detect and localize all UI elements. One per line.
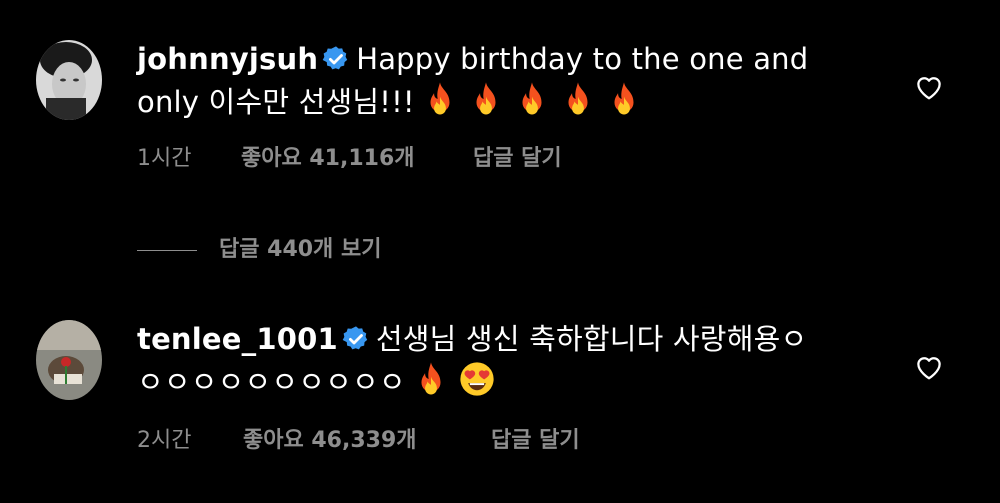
heart-eyes-emoji bbox=[460, 362, 494, 396]
comment-text: ㅇㅇㅇㅇㅇㅇㅇㅇㅇㅇ bbox=[137, 365, 406, 399]
comment-text: 선생님 생신 축하합니다 사랑해용ㅇ bbox=[375, 322, 808, 356]
username[interactable]: tenlee_1001 bbox=[137, 322, 338, 356]
view-replies-button[interactable]: 답글 440개 보기 bbox=[137, 231, 381, 263]
avatar[interactable] bbox=[36, 40, 102, 120]
reply-button[interactable]: 답글 달기 bbox=[491, 422, 580, 454]
fire-emoji bbox=[522, 82, 542, 115]
verified-badge-icon bbox=[342, 326, 368, 350]
fire-emoji bbox=[421, 362, 441, 395]
fire-emoji bbox=[430, 82, 450, 115]
view-replies-label: 답글 440개 보기 bbox=[219, 237, 382, 262]
comment-time: 1시간 bbox=[137, 146, 192, 171]
fire-emoji bbox=[614, 82, 634, 115]
fire-emoji bbox=[568, 82, 588, 115]
comment-text-line: johnnyjsuh Happy birthday to the one and bbox=[137, 38, 857, 80]
divider-line bbox=[137, 249, 197, 251]
comment-text-line: ㅇㅇㅇㅇㅇㅇㅇㅇㅇㅇ bbox=[137, 360, 857, 409]
comment-text-line: tenlee_1001 선생님 생신 축하합니다 사랑해용ㅇ bbox=[137, 318, 857, 360]
comment-body: tenlee_1001 선생님 생신 축하합니다 사랑해용ㅇ ㅇㅇㅇㅇㅇㅇㅇㅇㅇㅇ bbox=[137, 318, 857, 409]
comment-time: 2시간 bbox=[137, 428, 192, 453]
avatar[interactable] bbox=[36, 320, 102, 400]
comment-text: only 이수만 선생님!!! bbox=[137, 85, 415, 119]
comment-text: Happy birthday to the one and bbox=[356, 42, 809, 76]
verified-badge-icon bbox=[322, 46, 348, 70]
comment-text-line: only 이수만 선생님!!! bbox=[137, 80, 857, 129]
comment-likes[interactable]: 좋아요 46,339개 bbox=[243, 422, 417, 454]
comment-likes[interactable]: 좋아요 41,116개 bbox=[241, 140, 415, 172]
fire-emoji bbox=[476, 82, 496, 115]
reply-button[interactable]: 답글 달기 bbox=[473, 140, 562, 172]
username[interactable]: johnnyjsuh bbox=[137, 42, 318, 76]
like-heart-icon[interactable] bbox=[913, 72, 945, 102]
like-heart-icon[interactable] bbox=[913, 352, 945, 382]
comment-body: johnnyjsuh Happy birthday to the one and … bbox=[137, 38, 857, 129]
